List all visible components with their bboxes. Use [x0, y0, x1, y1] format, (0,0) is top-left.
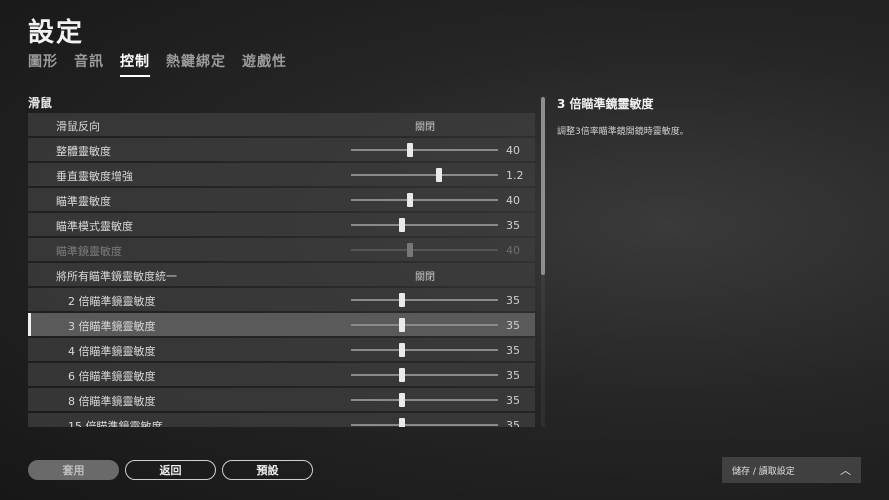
- settings-list: 滑鼠反向 關閉 整體靈敏度 40 垂直靈敏度增強 1.2 瞄準靈敏度 40 瞄準模式靈敏度 35 瞄…: [28, 113, 535, 427]
- detail-description: 調整3倍率瞄準鏡開鏡時靈敏度。: [557, 127, 689, 137]
- slider-value: 35: [506, 394, 520, 407]
- setting-row: 瞄準鏡靈敏度 40: [28, 238, 535, 261]
- detail-title: 3 倍瞄準鏡靈敏度: [557, 97, 654, 111]
- slider-track[interactable]: [351, 193, 498, 207]
- setting-label: 8 倍瞄準鏡靈敏度: [68, 395, 156, 408]
- setting-label: 瞄準靈敏度: [56, 195, 111, 208]
- tab-gameplay[interactable]: 遊戲性: [242, 51, 287, 77]
- setting-row[interactable]: 4 倍瞄準鏡靈敏度 35: [28, 338, 535, 361]
- slider-thumb[interactable]: [399, 393, 406, 407]
- slider-value: 35: [506, 419, 520, 427]
- slider-track[interactable]: [351, 418, 498, 427]
- default-button[interactable]: 預設: [222, 460, 313, 480]
- setting-row[interactable]: 8 倍瞄準鏡靈敏度 35: [28, 388, 535, 411]
- slider-value: 40: [506, 244, 520, 257]
- apply-button[interactable]: 套用: [28, 460, 119, 480]
- slider-track[interactable]: [351, 393, 498, 407]
- toggle-value[interactable]: 關閉: [415, 268, 435, 283]
- slider-track[interactable]: [351, 218, 498, 232]
- setting-label: 3 倍瞄準鏡靈敏度: [68, 320, 156, 333]
- setting-row[interactable]: 將所有瞄準鏡靈敏度統一 關閉: [28, 263, 535, 286]
- save-load-label: 儲存 / 讀取設定: [732, 466, 795, 477]
- slider-thumb[interactable]: [436, 168, 443, 182]
- setting-label: 將所有瞄準鏡靈敏度統一: [56, 270, 177, 283]
- slider-value: 35: [506, 344, 520, 357]
- tab-controls[interactable]: 控制: [120, 51, 150, 77]
- setting-label: 4 倍瞄準鏡靈敏度: [68, 345, 156, 358]
- settings-tabs: 圖形 音訊 控制 熱鍵綁定 遊戲性: [28, 51, 287, 77]
- setting-label: 垂直靈敏度增強: [56, 170, 133, 183]
- slider-thumb[interactable]: [399, 418, 406, 427]
- slider-track[interactable]: [351, 343, 498, 357]
- slider-track[interactable]: [351, 368, 498, 382]
- slider-track[interactable]: [351, 168, 498, 182]
- chevron-up-icon: ︿: [840, 464, 851, 477]
- slider-track[interactable]: [351, 318, 498, 332]
- setting-label: 整體靈敏度: [56, 145, 111, 158]
- save-load-settings-button[interactable]: 儲存 / 讀取設定 ︿: [722, 457, 861, 483]
- slider-value: 35: [506, 319, 520, 332]
- settings-scrollbar[interactable]: [541, 97, 545, 427]
- toggle-value[interactable]: 關閉: [415, 118, 435, 133]
- setting-label: 瞄準鏡靈敏度: [56, 245, 122, 258]
- setting-row[interactable]: 6 倍瞄準鏡靈敏度 35: [28, 363, 535, 386]
- slider-track: [351, 243, 498, 257]
- setting-label: 6 倍瞄準鏡靈敏度: [68, 370, 156, 383]
- setting-row[interactable]: 整體靈敏度 40: [28, 138, 535, 161]
- setting-row[interactable]: 垂直靈敏度增強 1.2: [28, 163, 535, 186]
- slider-thumb[interactable]: [399, 318, 406, 332]
- slider-track[interactable]: [351, 293, 498, 307]
- slider-thumb[interactable]: [399, 368, 406, 382]
- back-button[interactable]: 返回: [125, 460, 216, 480]
- slider-value: 35: [506, 219, 520, 232]
- setting-row[interactable]: 瞄準靈敏度 40: [28, 188, 535, 211]
- tab-keybindings[interactable]: 熱鍵綁定: [166, 51, 226, 77]
- setting-label: 滑鼠反向: [56, 120, 100, 133]
- setting-row[interactable]: 15 倍瞄準鏡靈敏度 35: [28, 413, 535, 427]
- slider-thumb[interactable]: [399, 343, 406, 357]
- setting-label: 2 倍瞄準鏡靈敏度: [68, 295, 156, 308]
- setting-label: 瞄準模式靈敏度: [56, 220, 133, 233]
- slider-value: 1.2: [506, 169, 524, 182]
- slider-thumb: [406, 243, 413, 257]
- slider-track[interactable]: [351, 143, 498, 157]
- tab-audio[interactable]: 音訊: [74, 51, 104, 77]
- tab-graphics[interactable]: 圖形: [28, 51, 58, 77]
- scrollbar-thumb[interactable]: [541, 97, 545, 275]
- setting-label: 15 倍瞄準鏡靈敏度: [68, 420, 163, 427]
- setting-row[interactable]: 2 倍瞄準鏡靈敏度 35: [28, 288, 535, 311]
- slider-value: 35: [506, 294, 520, 307]
- page-title: 設定: [28, 18, 85, 48]
- setting-row[interactable]: 3 倍瞄準鏡靈敏度 35: [28, 313, 535, 336]
- slider-thumb[interactable]: [399, 293, 406, 307]
- slider-value: 40: [506, 194, 520, 207]
- slider-thumb[interactable]: [399, 218, 406, 232]
- setting-row[interactable]: 滑鼠反向 關閉: [28, 113, 535, 136]
- section-title-mouse: 滑鼠: [28, 96, 53, 110]
- slider-thumb[interactable]: [406, 143, 413, 157]
- slider-value: 40: [506, 144, 520, 157]
- slider-value: 35: [506, 369, 520, 382]
- slider-thumb[interactable]: [406, 193, 413, 207]
- setting-row[interactable]: 瞄準模式靈敏度 35: [28, 213, 535, 236]
